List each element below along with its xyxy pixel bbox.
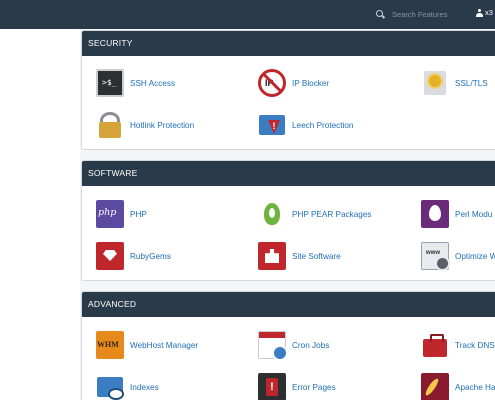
leech-protection-item[interactable]: Leech Protection [258, 111, 353, 139]
error-pages-item[interactable]: Error Pages [258, 373, 336, 400]
webhost-manager-link[interactable]: WebHost Manager [130, 341, 198, 350]
search-icon[interactable] [376, 10, 385, 19]
php-link[interactable]: PHP [130, 210, 147, 219]
php-pear-item[interactable]: PHP PEAR Packages [258, 200, 372, 228]
indexes-item[interactable]: Indexes [96, 373, 159, 400]
cron-jobs-link[interactable]: Cron Jobs [292, 341, 329, 350]
ssl-tls-item[interactable]: SSL/TLS [421, 69, 488, 97]
rubygems-link[interactable]: RubyGems [130, 252, 171, 261]
top-bar: Search Features x3 [0, 0, 495, 29]
site-software-link[interactable]: Site Software [292, 252, 341, 261]
software-panel: SOFTWARE php PHP PHP PEAR Packages Perl … [81, 160, 495, 281]
ssh-access-link[interactable]: SSH Access [130, 79, 175, 88]
calendar-clock-icon [258, 331, 288, 361]
perl-onion-icon [421, 200, 449, 228]
ip-blocker-link[interactable]: IP Blocker [292, 79, 329, 88]
software-heading[interactable]: SOFTWARE [82, 161, 495, 186]
php-icon: php [96, 200, 124, 228]
perl-modules-item[interactable]: Perl Modu [421, 200, 492, 228]
optimize-website-link[interactable]: Optimize W [455, 252, 495, 261]
toolbox-icon [421, 331, 449, 359]
username: x3 [485, 8, 493, 17]
error-alert-icon [258, 373, 286, 400]
leech-protection-link[interactable]: Leech Protection [292, 121, 353, 130]
ruby-gem-icon [96, 242, 124, 270]
security-heading[interactable]: SECURITY [82, 31, 495, 56]
apache-handlers-link[interactable]: Apache Ha [455, 383, 495, 392]
perl-modules-link[interactable]: Perl Modu [455, 210, 492, 219]
apache-feather-icon [421, 373, 449, 400]
hotlink-protection-item[interactable]: Hotlink Protection [96, 111, 194, 139]
user-icon [476, 8, 483, 17]
search-box[interactable]: Search Features [376, 8, 462, 21]
ssl-tls-link[interactable]: SSL/TLS [455, 79, 488, 88]
www-gear-icon: www [421, 242, 449, 270]
padlock-icon [96, 111, 124, 139]
user-menu[interactable]: x3 [476, 8, 493, 17]
ip-blocker-icon: IP [258, 69, 286, 97]
site-software-item[interactable]: Site Software [258, 242, 341, 270]
apache-handlers-item[interactable]: Apache Ha [421, 373, 495, 400]
search-input[interactable]: Search Features [392, 10, 462, 19]
hotlink-protection-link[interactable]: Hotlink Protection [130, 121, 194, 130]
track-dns-item[interactable]: Track DNS [421, 331, 495, 359]
folder-eye-icon [96, 373, 124, 400]
ssh-access-item[interactable]: >$_ SSH Access [96, 69, 175, 97]
leech-protection-icon [258, 111, 286, 139]
error-pages-link[interactable]: Error Pages [292, 383, 336, 392]
certificate-icon [421, 69, 449, 97]
advanced-panel: ADVANCED WHM WebHost Manager Cron Jobs T… [81, 291, 495, 400]
indexes-link[interactable]: Indexes [130, 383, 159, 392]
advanced-heading[interactable]: ADVANCED [82, 292, 495, 317]
webhost-manager-item[interactable]: WHM WebHost Manager [96, 331, 198, 359]
security-panel: SECURITY >$_ SSH Access IP IP Blocker SS… [81, 30, 495, 150]
whm-icon: WHM [96, 331, 124, 359]
pear-icon [258, 200, 286, 228]
rubygems-item[interactable]: RubyGems [96, 242, 171, 270]
php-item[interactable]: php PHP [96, 200, 147, 228]
php-pear-link[interactable]: PHP PEAR Packages [292, 210, 372, 219]
optimize-website-item[interactable]: www Optimize W [421, 242, 495, 270]
sidebar [0, 29, 80, 400]
terminal-icon: >$_ [96, 69, 124, 97]
puzzle-icon [258, 242, 286, 270]
cron-jobs-item[interactable]: Cron Jobs [258, 331, 329, 361]
track-dns-link[interactable]: Track DNS [455, 341, 495, 350]
ip-blocker-item[interactable]: IP IP Blocker [258, 69, 329, 97]
